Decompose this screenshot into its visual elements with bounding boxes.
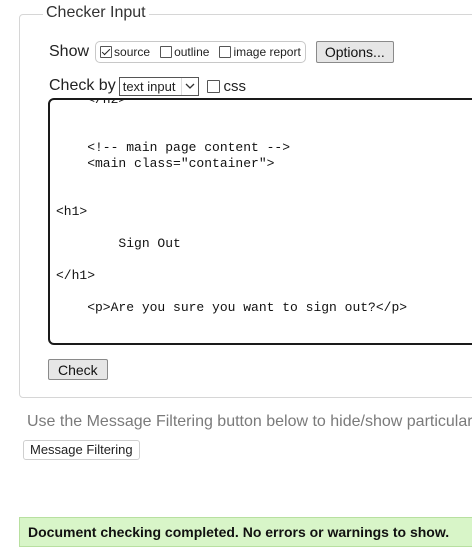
show-source-option[interactable]: source [100,45,150,59]
check-by-label: Check by [49,77,116,94]
css-label: css [223,77,246,95]
outline-checkbox[interactable] [160,46,173,58]
source-label: source [114,45,151,59]
source-checkbox[interactable] [100,46,113,58]
show-outline-option[interactable]: outline [160,45,209,59]
options-button[interactable]: Options... [315,41,394,63]
check-by-select[interactable]: text input [118,76,200,96]
source-code-text: </h2> <!-- main page content --> <main c… [56,98,408,315]
image-report-checkbox[interactable] [219,46,232,58]
check-by-row: Check by text input css [49,76,246,96]
source-textarea[interactable]: </h2> <!-- main page content --> <main c… [48,98,472,345]
show-options-group: source outline image report [95,41,306,63]
chevron-down-icon [181,77,198,95]
show-image-report-option[interactable]: image report [219,45,301,59]
fieldset-legend: Checker Input [43,4,149,22]
css-option[interactable]: css [207,78,246,95]
check-button[interactable]: Check [48,359,108,380]
image-report-label: image report [233,45,301,59]
message-filtering-button[interactable]: Message Filtering [23,440,140,460]
show-label: Show [49,43,90,60]
filter-hint-text: Use the Message Filtering button below t… [27,413,472,430]
outline-label: outline [174,45,210,59]
check-by-selected-value: text input [122,78,176,94]
css-checkbox[interactable] [207,79,221,93]
status-message: Document checking completed. No errors o… [19,517,472,547]
show-row: Show source outline image report Options… [49,40,394,64]
